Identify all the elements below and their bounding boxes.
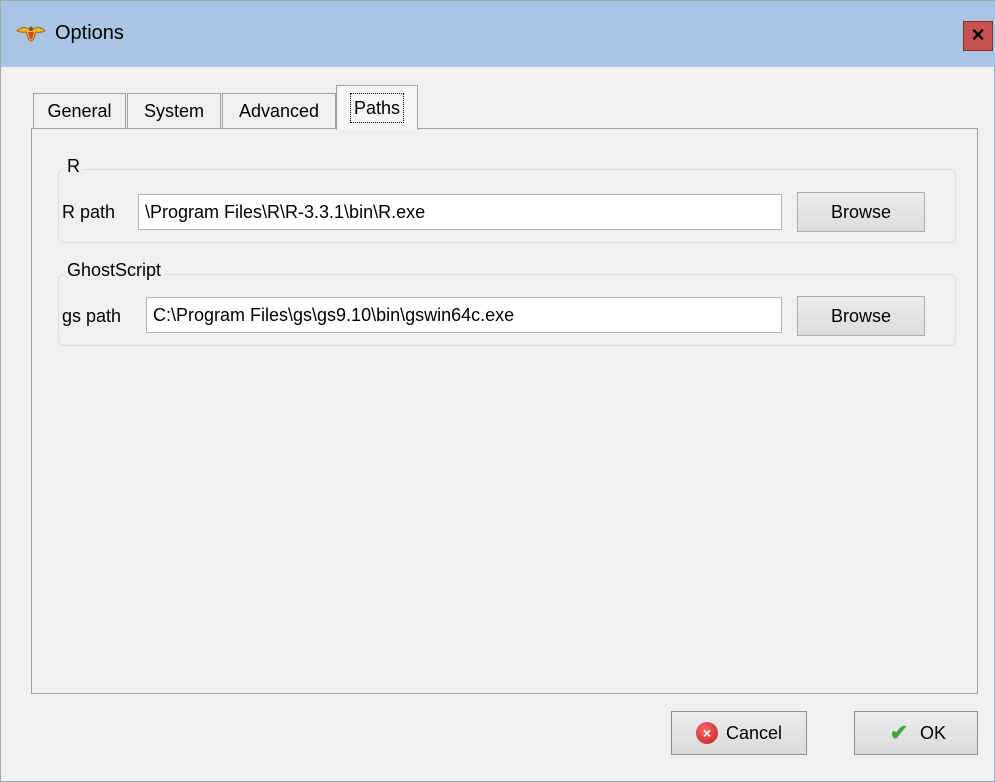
r-browse-button[interactable]: Browse	[797, 192, 925, 232]
ghostscript-group-title: GhostScript	[65, 260, 164, 281]
gs-path-label: gs path	[62, 306, 122, 326]
options-dialog: Options × General System Advanced Paths …	[0, 0, 995, 782]
r-path-label: R path	[62, 202, 116, 222]
tab-paths[interactable]: Paths	[336, 85, 418, 130]
tab-general[interactable]: General	[33, 93, 126, 129]
app-logo-icon	[14, 23, 48, 47]
tab-label: Paths	[349, 93, 405, 123]
r-group-title: R	[65, 156, 82, 177]
gs-path-input[interactable]	[146, 297, 782, 333]
cancel-button[interactable]: × Cancel	[671, 711, 807, 755]
r-path-input[interactable]	[138, 194, 782, 230]
paths-tab-panel: R R path Browse GhostScript gs path Brow…	[31, 128, 978, 694]
cancel-label: Cancel	[725, 722, 783, 743]
ok-button[interactable]: ✔ OK	[854, 711, 978, 755]
close-button[interactable]: ×	[963, 21, 993, 51]
tab-label: System	[143, 101, 204, 121]
close-icon: ×	[971, 22, 985, 47]
ok-label: OK	[919, 722, 946, 743]
tab-advanced[interactable]: Advanced	[222, 93, 336, 129]
title-bar[interactable]: Options ×	[1, 1, 995, 67]
tab-system[interactable]: System	[127, 93, 221, 129]
cancel-icon: ×	[695, 722, 718, 744]
tab-label: General	[47, 101, 112, 121]
gs-browse-button[interactable]: Browse	[797, 296, 925, 336]
tab-label: Advanced	[238, 101, 320, 121]
checkmark-icon: ✔	[889, 720, 909, 745]
window-title: Options	[55, 22, 124, 44]
